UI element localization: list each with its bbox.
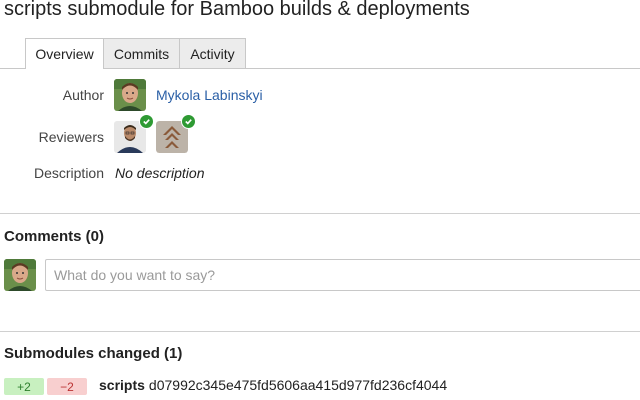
person-icon <box>4 259 36 291</box>
submodule-commit-hash: d07992c345e475fd5606aa415d977fd236cf4044 <box>148 377 448 393</box>
comment-input[interactable] <box>45 259 640 291</box>
reviewers-label: Reviewers <box>38 129 104 145</box>
tab-overview[interactable]: Overview <box>25 38 104 69</box>
page-title: scripts submodule for Bamboo builds & de… <box>4 0 470 20</box>
section-divider <box>0 331 640 332</box>
description-value: No description <box>115 165 205 181</box>
person-icon <box>114 79 146 111</box>
description-label: Description <box>33 165 104 181</box>
submodule-entry[interactable]: scripts d07992c345e475fd5606aa415d977fd23… <box>99 377 447 393</box>
additions-badge: +2 <box>4 378 44 395</box>
tab-bar: Overview Commits Activity <box>25 38 246 69</box>
submodules-heading: Submodules changed (1) <box>4 345 183 362</box>
author-name-link[interactable]: Mykola Labinskyi <box>156 87 263 103</box>
deletions-badge: −2 <box>47 378 87 395</box>
approved-check-icon <box>181 114 196 129</box>
approved-check-icon <box>139 114 154 129</box>
tab-commits[interactable]: Commits <box>103 38 180 68</box>
pull-request-page: scripts submodule for Bamboo builds & de… <box>0 0 640 400</box>
author-label: Author <box>62 87 104 103</box>
comments-heading: Comments (0) <box>4 228 105 245</box>
submodule-name: scripts <box>99 377 145 393</box>
section-divider <box>0 213 640 214</box>
author-avatar[interactable] <box>114 79 146 111</box>
current-user-avatar <box>4 259 36 291</box>
tab-activity[interactable]: Activity <box>179 38 246 68</box>
